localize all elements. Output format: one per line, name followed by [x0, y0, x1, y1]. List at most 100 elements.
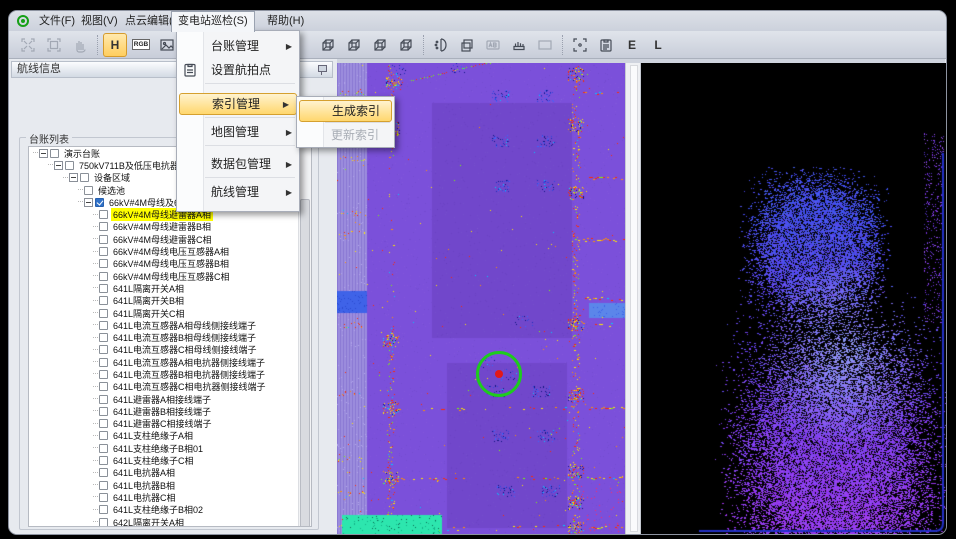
- menu-item-index-management[interactable]: 索引管理▶: [179, 93, 297, 115]
- tree-item[interactable]: 641L支柱绝缘子B相02: [29, 504, 311, 516]
- tree-item[interactable]: 641L隔离开关C相: [29, 307, 311, 319]
- tree-item[interactable]: 641L电流互感器B相电抗器侧接线端子: [29, 368, 311, 380]
- tree-item-label[interactable]: 641L避雷器B相接线端子: [111, 405, 213, 418]
- tree-item[interactable]: 641L电抗器A相: [29, 467, 311, 479]
- pan-hand-icon[interactable]: [68, 33, 92, 57]
- tree-item-label[interactable]: 641L避雷器A相接线端子: [111, 393, 213, 406]
- tree-checkbox[interactable]: [65, 161, 74, 170]
- tree-item[interactable]: 641L电流互感器C相母线侧接线端子: [29, 344, 311, 356]
- tree-item[interactable]: 641L电流互感器A相电抗器侧接线端子: [29, 356, 311, 368]
- tree-item-label[interactable]: 641L电流互感器B相母线侧接线端子: [111, 331, 258, 344]
- tree-item[interactable]: 641L避雷器A相接线端子: [29, 393, 311, 405]
- tree-item-label[interactable]: 750kV711B及低压电抗器区: [77, 159, 190, 172]
- tree-item-label[interactable]: 641L电抗器B相: [111, 479, 177, 492]
- menu-item-generate-index[interactable]: 生成索引: [299, 100, 392, 122]
- tree-checkbox[interactable]: [99, 321, 108, 330]
- tree-item-label[interactable]: 66kV#4M母线电压互感器B相: [111, 257, 231, 270]
- tree-checkbox[interactable]: [99, 493, 108, 502]
- fit-view-icon[interactable]: [16, 33, 40, 57]
- fit-selection-icon[interactable]: [42, 33, 66, 57]
- tree-item[interactable]: 641L避雷器B相接线端子: [29, 405, 311, 417]
- collapse-icon[interactable]: [69, 173, 78, 182]
- l-tool-button[interactable]: L: [646, 33, 670, 57]
- tree-item[interactable]: 66kV#4M母线避雷器C相: [29, 233, 311, 245]
- tree-item[interactable]: 641L电流互感器A相母线侧接线端子: [29, 319, 311, 331]
- tree-checkbox[interactable]: [99, 333, 108, 342]
- tree-item-label[interactable]: 641L电流互感器A相母线侧接线端子: [111, 319, 258, 332]
- tree-item-label[interactable]: 641L避雷器C相接线端子: [111, 417, 214, 430]
- tree-checkbox[interactable]: [99, 444, 108, 453]
- tree-item-label[interactable]: 66kV#4M母线电压互感器C相: [111, 270, 232, 283]
- tree-checkbox[interactable]: [99, 481, 108, 490]
- tree-item-label[interactable]: 641L电抗器C相: [111, 491, 178, 504]
- tree-checkbox[interactable]: [95, 198, 104, 207]
- paint-tool-icon[interactable]: [507, 33, 531, 57]
- tree-item-label[interactable]: 642L隔离开关A相: [111, 516, 186, 527]
- tree-checkbox[interactable]: [99, 382, 108, 391]
- tree-checkbox[interactable]: [99, 235, 108, 244]
- point-density-icon[interactable]: [429, 33, 453, 57]
- tree-item-label[interactable]: 66kV#4M母线避雷器B相: [111, 220, 213, 233]
- menu-item-ledger-management[interactable]: 台账管理▶: [177, 35, 299, 57]
- tree-item[interactable]: 641L支柱绝缘子C相: [29, 454, 311, 466]
- tree-item[interactable]: 641L支柱绝缘子B相01: [29, 442, 311, 454]
- tree-item-label[interactable]: 641L电流互感器A相电抗器侧接线端子: [111, 356, 267, 369]
- tree-item-label[interactable]: 候选池: [96, 184, 127, 197]
- tree-checkbox[interactable]: [99, 431, 108, 440]
- tree-checkbox[interactable]: [99, 456, 108, 465]
- tree-checkbox[interactable]: [99, 518, 108, 527]
- tree-item-label[interactable]: 设备区域: [92, 171, 132, 184]
- tree-item[interactable]: 641L支柱绝缘子A相: [29, 430, 311, 442]
- tree-checkbox[interactable]: [99, 272, 108, 281]
- menu-item-package-management[interactable]: 数据包管理▶: [177, 153, 299, 175]
- menu-view[interactable]: 视图(V): [75, 11, 124, 31]
- tree-item-label[interactable]: 641L电流互感器B相电抗器侧接线端子: [111, 368, 267, 381]
- depth-image-panel[interactable]: [641, 63, 946, 534]
- depth-image-canvas[interactable]: [641, 63, 946, 534]
- height-color-toggle-button[interactable]: H: [103, 33, 127, 57]
- tree-item[interactable]: 641L电流互感器B相母线侧接线端子: [29, 331, 311, 343]
- rgb-color-toggle-button[interactable]: RGB: [129, 33, 153, 57]
- tree-checkbox[interactable]: [99, 296, 108, 305]
- tree-item[interactable]: 66kV#4M母线电压互感器C相: [29, 270, 311, 282]
- tree-checkbox[interactable]: [99, 247, 108, 256]
- tree-checkbox[interactable]: [99, 345, 108, 354]
- cube-back-icon[interactable]: [394, 33, 418, 57]
- tree-item[interactable]: 641L隔离开关A相: [29, 282, 311, 294]
- tree-checkbox[interactable]: [99, 284, 108, 293]
- tree-item[interactable]: 641L电流互感器C相电抗器侧接线端子: [29, 381, 311, 393]
- layers-icon[interactable]: [455, 33, 479, 57]
- focus-target-icon[interactable]: [568, 33, 592, 57]
- tree-item-label[interactable]: 641L隔离开关B相: [111, 294, 186, 307]
- tree-item[interactable]: 66kV#4M母线电压互感器A相: [29, 245, 311, 257]
- tree-item-label[interactable]: 641L支柱绝缘子B相02: [111, 503, 205, 516]
- tree-item-label[interactable]: 641L电流互感器C相母线侧接线端子: [111, 343, 259, 356]
- collapse-icon[interactable]: [84, 198, 93, 207]
- tree-item-label[interactable]: 66kV#4M母线电压互感器A相: [111, 245, 231, 258]
- cube-inner-icon[interactable]: [368, 33, 392, 57]
- tree-item[interactable]: 641L电抗器B相: [29, 479, 311, 491]
- viewport-scrollbar[interactable]: [625, 63, 641, 534]
- tree-item[interactable]: 66kV#4M母线避雷器B相: [29, 221, 311, 233]
- flight-list-icon[interactable]: [594, 33, 618, 57]
- tree-scrollbar-thumb[interactable]: [300, 199, 310, 527]
- tree-checkbox[interactable]: [99, 259, 108, 268]
- tree-checkbox[interactable]: [99, 505, 108, 514]
- tree-checkbox[interactable]: [99, 468, 108, 477]
- tree-item-label[interactable]: 641L支柱绝缘子B相01: [111, 442, 205, 455]
- e-tool-button[interactable]: E: [620, 33, 644, 57]
- tree-item-label[interactable]: 66kV#4M母线避雷器C相: [111, 233, 214, 246]
- tree-item-label[interactable]: 641L隔离开关C相: [111, 307, 187, 320]
- tree-item[interactable]: 641L电抗器C相: [29, 491, 311, 503]
- tree-checkbox[interactable]: [99, 222, 108, 231]
- pin-icon[interactable]: [318, 65, 327, 72]
- tree-item[interactable]: 66kV#4M母线电压互感器B相: [29, 258, 311, 270]
- tree-item[interactable]: 642L隔离开关A相: [29, 516, 311, 527]
- tree-item-label[interactable]: 641L隔离开关A相: [111, 282, 186, 295]
- tree-item[interactable]: 641L避雷器C相接线端子: [29, 418, 311, 430]
- tree-item-label[interactable]: 641L支柱绝缘子A相: [111, 429, 195, 442]
- tree-item-label[interactable]: 641L电抗器A相: [111, 466, 177, 479]
- tree-item[interactable]: 641L隔离开关B相: [29, 295, 311, 307]
- tree-checkbox[interactable]: [99, 309, 108, 318]
- rect-select-icon[interactable]: [533, 33, 557, 57]
